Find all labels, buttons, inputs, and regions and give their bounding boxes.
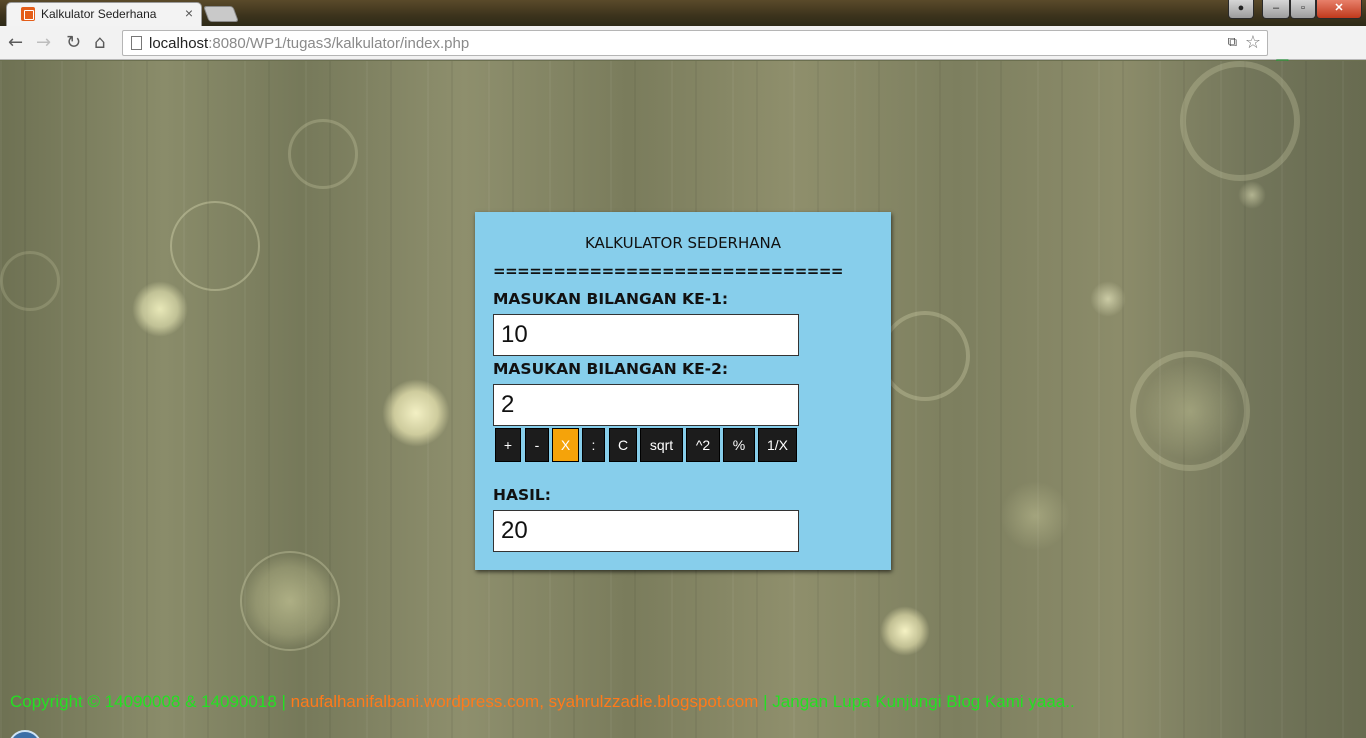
reciprocal-button[interactable]: 1/X bbox=[758, 428, 797, 462]
new-tab-button[interactable] bbox=[203, 6, 239, 22]
bokeh-ring bbox=[170, 201, 260, 291]
bokeh-light bbox=[1238, 181, 1266, 209]
bokeh-ring bbox=[1180, 61, 1300, 181]
divide-button[interactable]: : bbox=[582, 428, 605, 462]
bookmark-star-icon[interactable]: ☆ bbox=[1245, 32, 1261, 53]
footer-copyright: Copyright © 14090008 & 14090018 | naufal… bbox=[10, 692, 1075, 712]
input2-label: MASUKAN BILANGAN KE-2: bbox=[493, 360, 729, 378]
reload-icon[interactable]: ↻ bbox=[66, 32, 81, 53]
result-output[interactable] bbox=[493, 510, 799, 552]
percent-button[interactable]: % bbox=[723, 428, 755, 462]
minimize-button[interactable]: – bbox=[1262, 0, 1290, 19]
back-arrow-icon[interactable]: ← bbox=[8, 32, 23, 53]
number1-input[interactable] bbox=[493, 314, 799, 356]
sqrt-button[interactable]: sqrt bbox=[640, 428, 683, 462]
tab-close-icon[interactable]: × bbox=[185, 5, 193, 21]
bokeh-light bbox=[240, 551, 340, 651]
bokeh-light bbox=[382, 379, 450, 447]
visit-message: | Jangan Lupa Kunjungi Blog Kami yaaa.. bbox=[758, 692, 1075, 711]
url-host: localhost bbox=[149, 35, 209, 52]
bokeh-light bbox=[880, 606, 930, 656]
clear-button[interactable]: C bbox=[609, 428, 637, 462]
maximize-button[interactable]: ▫ bbox=[1290, 0, 1316, 19]
tab-title: Kalkulator Sederhana bbox=[41, 7, 157, 21]
close-window-button[interactable]: ✕ bbox=[1316, 0, 1362, 19]
bokeh-light bbox=[1000, 481, 1070, 551]
url-text[interactable]: localhost:8080/WP1/tugas3/kalkulator/ind… bbox=[149, 35, 469, 52]
address-bar[interactable]: localhost:8080/WP1/tugas3/kalkulator/ind… bbox=[122, 30, 1268, 56]
page-icon bbox=[131, 36, 142, 50]
input1-label: MASUKAN BILANGAN KE-1: bbox=[493, 290, 729, 308]
subtract-button[interactable]: - bbox=[525, 428, 549, 462]
bokeh-light bbox=[1090, 281, 1126, 317]
add-button[interactable]: + bbox=[495, 428, 521, 462]
forward-arrow-icon[interactable]: → bbox=[36, 32, 51, 53]
copyright-text: Copyright © 14090008 & 14090018 | bbox=[10, 692, 291, 711]
title-bar: Kalkulator Sederhana × ● – ▫ ✕ bbox=[0, 0, 1366, 26]
page-background: KALKULATOR SEDERHANA ===================… bbox=[0, 61, 1366, 738]
browser-toolbar: ← → ↻ ⌂ localhost:8080/WP1/tugas3/kalkul… bbox=[0, 26, 1366, 78]
user-profile-icon[interactable]: ● bbox=[1228, 0, 1254, 19]
multiply-button[interactable]: X bbox=[552, 428, 579, 462]
xampp-favicon-icon bbox=[21, 7, 35, 21]
number2-input[interactable] bbox=[493, 384, 799, 426]
url-path: :8080/WP1/tugas3/kalkulator/index.php bbox=[208, 35, 470, 52]
square-button[interactable]: ^2 bbox=[686, 428, 720, 462]
bokeh-ring bbox=[880, 311, 970, 401]
blog-links[interactable]: naufalhanifalbani.wordpress.com, syahrul… bbox=[291, 692, 759, 711]
title-divider: ============================= bbox=[493, 262, 843, 280]
translate-icon[interactable]: ⧉ bbox=[1228, 35, 1237, 50]
bokeh-ring bbox=[1130, 351, 1250, 471]
calculator-panel: KALKULATOR SEDERHANA ===================… bbox=[475, 212, 891, 570]
result-label: HASIL: bbox=[493, 486, 551, 504]
bokeh-ring bbox=[0, 251, 60, 311]
calculator-title: KALKULATOR SEDERHANA bbox=[584, 234, 782, 252]
home-icon[interactable]: ⌂ bbox=[94, 32, 105, 53]
bokeh-light bbox=[132, 281, 188, 337]
browser-tab[interactable]: Kalkulator Sederhana × bbox=[6, 2, 202, 26]
bokeh-ring bbox=[288, 119, 358, 189]
